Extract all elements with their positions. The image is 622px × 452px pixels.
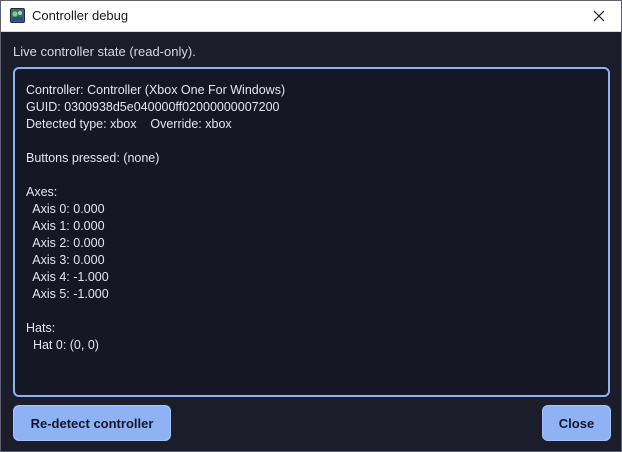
state-line: Detected type: xbox Override: xbox [26,117,232,131]
window-title: Controller debug [32,8,129,23]
state-description: Live controller state (read-only). [13,44,196,59]
state-line: Controller: Controller (Xbox One For Win… [26,83,286,97]
state-line: GUID: 0300938d5e040000ff02000000007200 [26,100,280,114]
state-line: Axis 2: 0.000 [26,236,105,250]
state-line: Axis 5: -1.000 [26,287,109,301]
state-line [26,167,285,184]
controller-state-text: Controller: Controller (Xbox One For Win… [26,82,285,354]
state-line: Axes: [26,185,58,199]
close-button[interactable]: Close [542,405,611,441]
window-close-button[interactable] [577,1,621,31]
close-icon [593,10,605,22]
title-bar: Controller debug [1,1,621,32]
state-line: Hats: [26,321,56,335]
app-icon [10,8,25,23]
state-line: Hat 0: (0, 0) [26,338,99,352]
redetect-controller-button[interactable]: Re-detect controller [13,405,171,441]
state-line: Axis 1: 0.000 [26,219,105,233]
state-line [26,303,285,320]
state-line: Buttons pressed: (none) [26,151,160,165]
controller-debug-window: Controller debug Live controller state (… [0,0,622,452]
state-line: Axis 3: 0.000 [26,253,105,267]
state-line [26,133,285,150]
controller-state-panel[interactable]: Controller: Controller (Xbox One For Win… [13,67,610,397]
state-line: Axis 0: 0.000 [26,202,105,216]
state-line: Axis 4: -1.000 [26,270,109,284]
